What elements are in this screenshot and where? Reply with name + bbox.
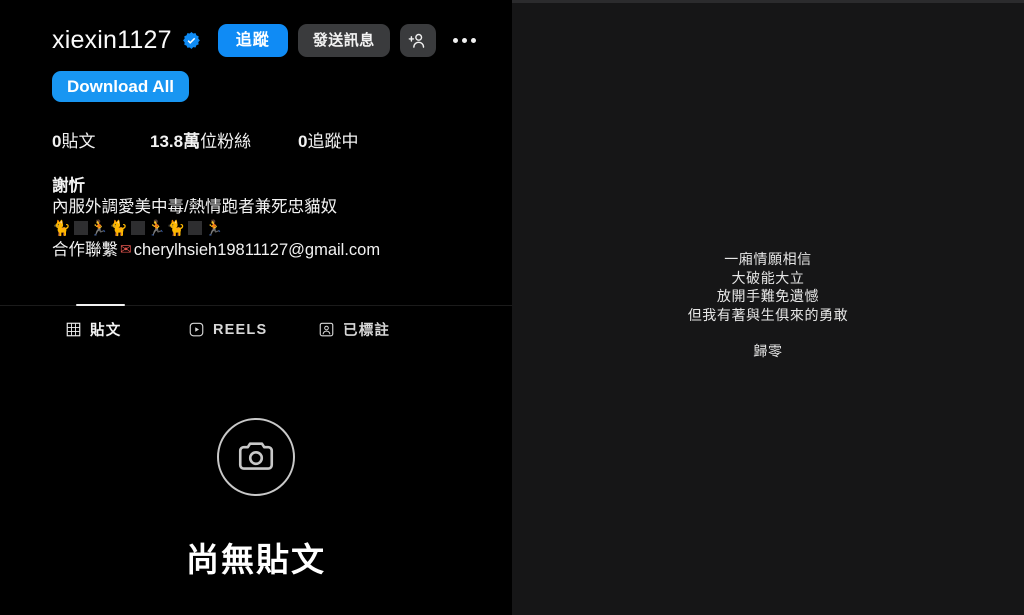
quote-line-4: 但我有著與生俱來的勇敢: [687, 307, 849, 324]
quote-panel: 一廂情願相信 大破能大立 放開手難免遺憾 但我有著與生俱來的勇敢 歸零: [512, 0, 1024, 615]
person-add-icon: [408, 33, 425, 48]
profile-tabs-bar: 貼文 REELS 已標註: [0, 304, 512, 353]
quote-line-1: 一廂情願相信: [724, 252, 812, 268]
quote-line-2: 大破能大立: [731, 270, 805, 287]
tab-posts[interactable]: 貼文: [66, 319, 189, 340]
tab-posts-label: 貼文: [90, 323, 122, 339]
username-action-row: xiexin1127 追蹤 發送訊息: [52, 22, 512, 58]
bio-display-name: 謝忻: [52, 177, 85, 195]
download-all-button[interactable]: Download All: [52, 71, 190, 102]
runner-icon: 🏃: [147, 219, 167, 237]
bio-contact-email: cherylhsieh19811127@gmail.com: [133, 241, 381, 259]
instagram-profile-panel: xiexin1127 追蹤 發送訊息 Download All 0貼文 13.8…: [0, 0, 512, 615]
runner-icon: 🏃: [89, 219, 110, 237]
missing-glyph-box-icon: [188, 221, 203, 235]
reels-icon: [189, 322, 204, 337]
message-button[interactable]: 發送訊息: [297, 23, 390, 57]
quote-closing-line: 歸零: [753, 344, 783, 360]
quote-line-3: 放開手難免遺憾: [716, 289, 820, 305]
empty-posts-state: 尚無貼文: [0, 418, 512, 581]
screenshot-root: xiexin1127 追蹤 發送訊息 Download All 0貼文 13.8…: [0, 0, 1024, 615]
profile-tabs: 貼文 REELS 已標註: [0, 306, 512, 353]
stat-followers-value: 13.8萬: [150, 132, 201, 151]
stat-followers[interactable]: 13.8萬位粉絲: [150, 127, 298, 152]
cat-icon: 🐈: [52, 219, 72, 237]
profile-header: xiexin1127 追蹤 發送訊息 Download All 0貼文 13.8…: [0, 0, 512, 261]
profile-bio: 謝忻 內服外調愛美中毒/熱情跑者兼死忠貓奴 🐈 🏃🐈 🏃🐈 🏃 合作聯繫 ✉ cheryl…: [52, 176, 512, 261]
tab-reels[interactable]: REELS: [189, 322, 319, 338]
more-options-icon: [453, 37, 459, 43]
download-all-row: Download All: [52, 71, 512, 102]
stat-followers-label: 位粉絲: [200, 132, 252, 151]
bio-contact-line: 合作聯繫 ✉ cherylhsieh19811127@gmail.com: [52, 239, 512, 261]
person-add-button[interactable]: [399, 23, 436, 57]
bio-emoji-line: 🐈 🏃🐈 🏃🐈 🏃: [52, 218, 512, 239]
empty-state-title: 尚無貼文: [186, 541, 326, 578]
quote-text-block: 一廂情願相信 大破能大立 放開手難免遺憾 但我有著與生俱來的勇敢 歸零: [512, 251, 1024, 362]
stat-following-label: 追蹤中: [307, 132, 359, 151]
grid-icon: [66, 322, 81, 337]
stat-posts[interactable]: 0貼文: [52, 127, 150, 152]
bio-contact-label: 合作聯繫: [52, 241, 118, 259]
stat-posts-label: 貼文: [61, 132, 96, 151]
tab-tagged-label: 已標註: [343, 323, 391, 339]
camera-icon: [238, 442, 274, 470]
more-options-button[interactable]: [448, 24, 482, 57]
tab-reels-label: REELS: [213, 321, 268, 338]
stat-following[interactable]: 0追蹤中: [298, 127, 358, 152]
tab-tagged[interactable]: 已標註: [319, 319, 390, 340]
runner-icon: 🏃: [204, 219, 225, 237]
cat-icon: 🐈: [109, 219, 130, 237]
follow-button[interactable]: 追蹤: [217, 23, 288, 57]
missing-glyph-box-icon: [73, 221, 88, 235]
bio-description: 內服外調愛美中毒/熱情跑者兼死忠貓奴: [52, 198, 338, 216]
camera-circle: [217, 418, 295, 496]
missing-glyph-box-icon: [131, 221, 146, 235]
profile-stats: 0貼文 13.8萬位粉絲 0追蹤中: [52, 127, 512, 152]
profile-username: xiexin1127: [52, 25, 172, 54]
love-letter-icon: ✉: [120, 241, 132, 257]
cat-icon: 🐈: [166, 219, 187, 237]
verified-badge-icon: [182, 31, 200, 49]
quote-spacer: [512, 325, 1024, 343]
tagged-icon: [319, 322, 334, 337]
